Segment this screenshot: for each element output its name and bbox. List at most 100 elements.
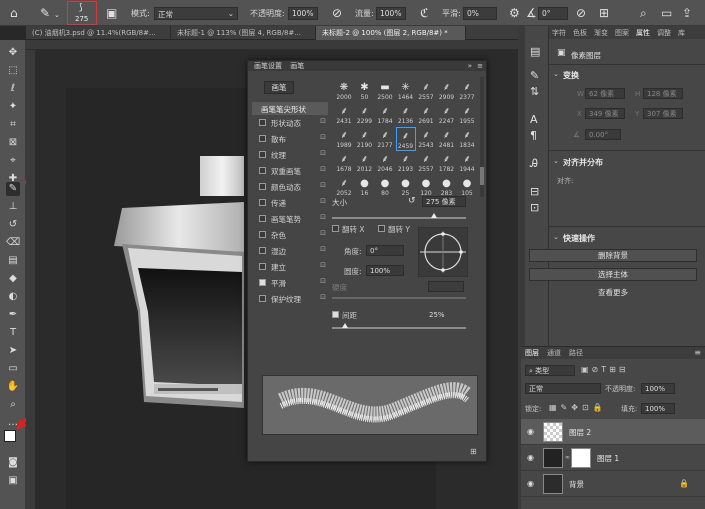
glyphs-icon[interactable]: Ꭿ xyxy=(530,158,538,170)
layer-filter-select[interactable]: ⌕ 类型 xyxy=(525,365,575,376)
brush-settings-icon[interactable]: ✎ xyxy=(530,70,539,82)
angle-roundness-widget[interactable] xyxy=(418,227,468,277)
option-checkbox[interactable] xyxy=(259,295,266,302)
brush-tip-preset[interactable]: ⸙ 2052 xyxy=(334,175,354,199)
brush-tip-preset[interactable]: ⸙ 2193 xyxy=(396,151,416,175)
width-input[interactable]: 62 像素 xyxy=(585,88,625,99)
option-checkbox[interactable] xyxy=(259,263,266,270)
chevron-down-icon[interactable]: ⌄ xyxy=(54,9,60,21)
brush-tip-preset[interactable]: ⸙ 2177 xyxy=(375,127,395,151)
layer-row[interactable]: ◉ 图层 2 xyxy=(521,419,705,445)
lock-icon[interactable]: ⊡ xyxy=(320,133,326,141)
grid-scrollbar[interactable] xyxy=(480,77,484,197)
tab-character[interactable]: 字符 xyxy=(552,28,566,38)
blend-mode-select[interactable]: 正常 ⌄ xyxy=(154,7,238,20)
panel-menu-icon[interactable]: ≡ xyxy=(477,61,483,71)
option-checkbox[interactable] xyxy=(259,151,266,158)
layer-comps-icon[interactable]: ⊟ xyxy=(530,186,539,198)
filter-icons[interactable]: ▣⊘T⊞⊟ xyxy=(581,365,629,374)
angle-input[interactable]: 0° xyxy=(366,245,404,256)
brush-option-item[interactable]: 保护纹理 ⊡ xyxy=(252,292,330,305)
paragraph-icon[interactable]: ¶ xyxy=(530,130,537,142)
hardness-slider[interactable] xyxy=(332,297,466,299)
layer-name[interactable]: 图层 1 xyxy=(597,453,619,464)
roundness-input[interactable]: 100% xyxy=(366,265,404,276)
chevron-down-icon[interactable]: ⌄ xyxy=(553,70,559,78)
layer-opacity-input[interactable]: 100% xyxy=(641,383,675,394)
tab-adjustments[interactable]: 调整 xyxy=(657,28,671,38)
brush-tip-preset[interactable]: ⸙ 2299 xyxy=(355,103,375,127)
pen-tool-icon[interactable]: ✒ xyxy=(6,308,20,322)
flip-x-checkbox[interactable] xyxy=(332,225,339,232)
reset-size-icon[interactable]: ↺ xyxy=(408,196,416,206)
blend-mode-select[interactable]: 正常 xyxy=(525,383,601,394)
brush-tip-preset[interactable]: ⸙ 2691 xyxy=(416,103,436,127)
brush-tip-preset[interactable]: ⸙ 1955 xyxy=(457,103,477,127)
dodge-tool-icon[interactable]: ◐ xyxy=(6,290,20,304)
brush-option-item[interactable]: 形状动态 ⊡ xyxy=(252,116,330,129)
y-input[interactable]: 307 像素 xyxy=(643,108,683,119)
lock-icon[interactable]: ⊡ xyxy=(320,261,326,269)
option-checkbox[interactable] xyxy=(259,231,266,238)
symmetry-icon[interactable]: ⊞ xyxy=(599,7,609,19)
size-input[interactable]: 275 像素 xyxy=(422,196,466,207)
clone-stamp-icon[interactable]: ⊥ xyxy=(6,200,20,214)
tab-document-1[interactable]: (C) 油烟机3.psd @ 11.4%(RGB/8#... xyxy=(26,26,171,40)
brush-tip-preset[interactable]: ⸙ 2377 xyxy=(457,79,477,103)
tab-properties[interactable]: 属性 xyxy=(636,28,650,38)
brush-tip-shape-item[interactable]: 画笔笔尖形状 xyxy=(252,102,328,115)
brush-tip-preset[interactable]: ⸙ 2247 xyxy=(437,103,457,127)
brush-tip-preset[interactable]: ● 16 xyxy=(355,175,375,199)
artboard-icon[interactable]: ⊡ xyxy=(530,202,539,214)
quick-mask-icon[interactable]: ◙ xyxy=(6,456,20,470)
blur-tool-icon[interactable]: ◆ xyxy=(6,272,20,286)
brush-panel-toggle-icon[interactable]: ▣ xyxy=(106,7,117,19)
option-checkbox[interactable] xyxy=(259,183,266,190)
brush-tip-preset[interactable]: ● 80 xyxy=(375,175,395,199)
tab-gradients[interactable]: 渐变 xyxy=(594,28,608,38)
smoothing-input[interactable]: 0% xyxy=(463,7,497,20)
brush-tip-preset[interactable]: ✳ 1464 xyxy=(396,79,416,103)
search-icon[interactable]: ⌕ xyxy=(640,7,647,19)
visibility-eye-icon[interactable]: ◉ xyxy=(527,427,534,436)
pressure-opacity-icon[interactable]: ⊘ xyxy=(332,7,342,19)
brush-option-item[interactable]: 传递 ⊡ xyxy=(252,196,330,209)
brush-option-item[interactable]: 双重画笔 ⊡ xyxy=(252,164,330,177)
option-checkbox[interactable] xyxy=(259,247,266,254)
history-brush-icon[interactable]: ↺ xyxy=(6,218,20,232)
height-input[interactable]: 128 像素 xyxy=(643,88,683,99)
workspace-icon[interactable]: ▭ xyxy=(661,7,672,19)
brush-tip-preset[interactable]: ⸙ 1784 xyxy=(375,103,395,127)
flow-input[interactable]: 100% xyxy=(376,7,406,20)
option-checkbox[interactable] xyxy=(259,199,266,206)
screen-mode-icon[interactable]: ▣ xyxy=(6,474,20,488)
airbrush-icon[interactable]: ℭ xyxy=(420,7,428,19)
collapse-icon[interactable]: » xyxy=(468,61,472,71)
magic-wand-icon[interactable]: ✦ xyxy=(6,100,20,114)
lock-icon[interactable]: ⊡ xyxy=(320,213,326,221)
brush-tip-preset[interactable]: ⸙ 1944 xyxy=(457,151,477,175)
brush-option-item[interactable]: 平滑 ⊡ xyxy=(252,276,330,289)
flip-y-checkbox[interactable] xyxy=(378,225,385,232)
brush-tip-preset[interactable]: ⸙ 2909 xyxy=(437,79,457,103)
spacing-slider[interactable] xyxy=(332,327,466,329)
option-checkbox[interactable] xyxy=(259,119,266,126)
brush-option-item[interactable]: 湿边 ⊡ xyxy=(252,244,330,257)
remove-background-button[interactable]: 删除背景 xyxy=(529,249,697,262)
gradient-tool-icon[interactable]: ▤ xyxy=(6,254,20,268)
layer-name[interactable]: 图层 2 xyxy=(569,427,591,438)
option-checkbox[interactable] xyxy=(259,135,266,142)
lock-icon[interactable]: ⊡ xyxy=(320,149,326,157)
select-subject-button[interactable]: 选择主体 xyxy=(529,268,697,281)
character-icon[interactable]: A xyxy=(530,114,538,126)
tab-brush[interactable]: 画笔 xyxy=(290,62,304,70)
frame-tool-icon[interactable]: ⊠ xyxy=(6,136,20,150)
tab-brush-settings[interactable]: 画笔设置 xyxy=(254,62,282,70)
tab-patterns[interactable]: 图案 xyxy=(615,28,629,38)
lasso-tool-icon[interactable]: ℓ xyxy=(6,82,20,96)
rectangle-tool-icon[interactable]: ▭ xyxy=(6,362,20,376)
layer-mask-thumbnail[interactable] xyxy=(571,448,591,468)
angle-input[interactable]: 0° xyxy=(538,7,568,20)
tab-document-3[interactable]: 未标题-2 @ 100% (图层 2, RGB/8#) * xyxy=(316,26,466,40)
visibility-eye-icon[interactable]: ◉ xyxy=(527,453,534,462)
